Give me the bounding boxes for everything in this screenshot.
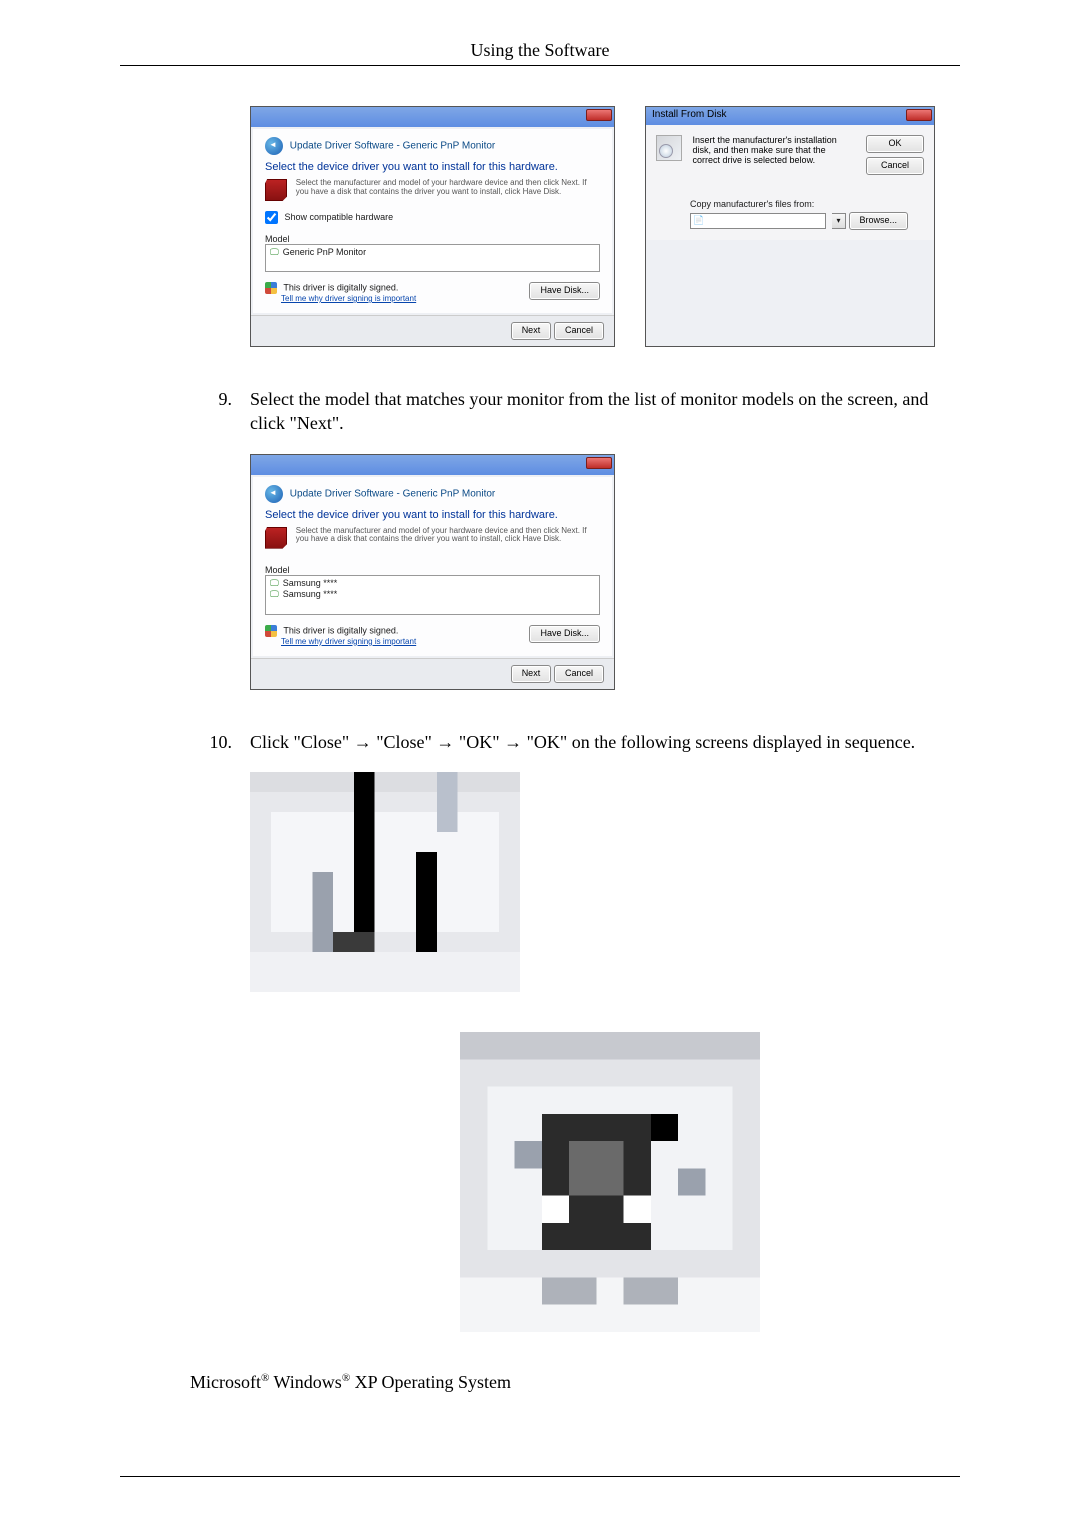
show-compatible-checkbox[interactable] (265, 211, 278, 224)
dialog-title: Install From Disk (646, 107, 934, 125)
model-label: Model (265, 234, 600, 244)
cancel-button[interactable]: Cancel (554, 665, 604, 683)
list-item[interactable]: Generic PnP Monitor (270, 247, 595, 258)
browse-button[interactable]: Browse... (849, 212, 909, 230)
ok-button[interactable]: OK (866, 135, 924, 153)
chevron-down-icon[interactable]: ▾ (832, 213, 846, 229)
page-header: Using the Software (120, 40, 960, 61)
shield-icon (265, 282, 277, 294)
os-footer-line: Microsoft® Windows® XP Operating System (190, 1372, 960, 1393)
step-number: 9. (120, 387, 250, 436)
have-disk-button[interactable]: Have Disk... (529, 625, 600, 643)
shield-icon (265, 625, 277, 637)
back-icon[interactable] (265, 137, 283, 155)
cancel-button[interactable]: Cancel (866, 157, 924, 175)
thumbnail-figure-1 (250, 772, 960, 992)
figure-row-1: Update Driver Software - Generic PnP Mon… (250, 106, 960, 347)
step-text: Click "Close" → "Close" → "OK" → "OK" on… (250, 730, 960, 754)
signed-row: This driver is digitally signed. Have Di… (265, 625, 600, 646)
step-text: Select the model that matches your monit… (250, 387, 960, 436)
copy-from-label: Copy manufacturer's files from: (690, 199, 924, 209)
close-icon[interactable] (586, 457, 612, 469)
footer-rule (120, 1476, 960, 1477)
signed-row: This driver is digitally signed. Have Di… (265, 282, 600, 303)
close-icon[interactable] (906, 109, 932, 121)
update-driver-dialog-2: Update Driver Software - Generic PnP Mon… (250, 454, 615, 690)
thumbnail-figure-2 (460, 1032, 960, 1332)
dialog-titlebar (251, 455, 614, 475)
cancel-button[interactable]: Cancel (554, 322, 604, 340)
model-label: Model (265, 565, 600, 575)
dialog-description: Select the manufacturer and model of you… (296, 527, 591, 545)
dialog-heading: Select the device driver you want to ins… (265, 509, 600, 521)
list-item[interactable]: Samsung **** (270, 589, 595, 600)
signed-text: This driver is digitally signed. (283, 625, 398, 635)
close-icon[interactable] (586, 109, 612, 121)
next-button[interactable]: Next (511, 665, 552, 683)
breadcrumb: Update Driver Software - Generic PnP Mon… (290, 488, 495, 499)
update-driver-dialog-1: Update Driver Software - Generic PnP Mon… (250, 106, 615, 347)
disk-icon (656, 135, 682, 161)
install-disk-message: Insert the manufacturer's installation d… (693, 135, 853, 165)
dialog-titlebar (251, 107, 614, 127)
show-compatible-label: Show compatible hardware (285, 212, 394, 222)
dialog-footer: Next Cancel (251, 315, 614, 346)
list-item[interactable]: Samsung **** (270, 578, 595, 589)
hardware-chip-icon (265, 527, 287, 549)
have-disk-button[interactable]: Have Disk... (529, 282, 600, 300)
dialog-footer: Next Cancel (251, 658, 614, 689)
model-list[interactable]: Samsung **** Samsung **** (265, 575, 600, 615)
hardware-chip-icon (265, 179, 287, 201)
model-list[interactable]: Generic PnP Monitor (265, 244, 600, 272)
path-input[interactable] (690, 213, 826, 229)
step-9: 9. Select the model that matches your mo… (120, 387, 960, 436)
show-compatible-row[interactable]: Show compatible hardware (265, 211, 600, 224)
next-button[interactable]: Next (511, 322, 552, 340)
dialog-heading: Select the device driver you want to ins… (265, 161, 600, 173)
signed-text: This driver is digitally signed. (283, 282, 398, 292)
step-10: 10. Click "Close" → "Close" → "OK" → "OK… (120, 730, 960, 754)
step-number: 10. (120, 730, 250, 754)
breadcrumb: Update Driver Software - Generic PnP Mon… (290, 141, 495, 152)
dialog-description: Select the manufacturer and model of you… (296, 179, 591, 197)
header-rule (120, 65, 960, 66)
back-icon[interactable] (265, 485, 283, 503)
install-from-disk-dialog: Install From Disk Insert the manufacture… (645, 106, 935, 347)
